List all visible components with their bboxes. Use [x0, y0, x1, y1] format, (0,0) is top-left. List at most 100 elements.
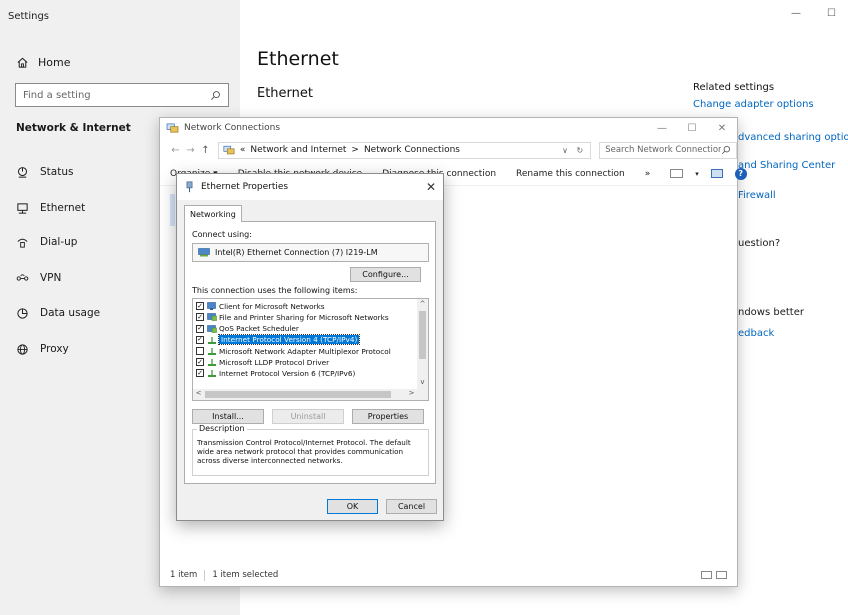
breadcrumb-separator: > [351, 145, 359, 155]
nc-close-icon[interactable]: ✕ [707, 123, 737, 134]
view-dropdown-icon[interactable]: ▾ [695, 170, 699, 178]
nav-dialup-label: Dial-up [40, 236, 78, 248]
nav-status-label: Status [40, 166, 74, 178]
scroll-up-icon[interactable]: ^ [417, 300, 428, 308]
nc-address-bar: ← → ↑ « Network and Internet > Network C… [160, 138, 737, 162]
sharing-center-link[interactable]: and Sharing Center [738, 160, 835, 171]
scroll-down-icon[interactable]: v [417, 378, 428, 386]
item-checkbox[interactable]: ✓ [196, 335, 204, 344]
address-field[interactable]: « Network and Internet > Network Connect… [217, 141, 592, 159]
ethernet-cable-icon [186, 181, 193, 193]
app-title: Settings [8, 11, 50, 22]
ok-button[interactable]: OK [327, 499, 378, 514]
uninstall-button[interactable]: Uninstall [272, 409, 344, 424]
refresh-icon[interactable]: ∨ ↻ [562, 146, 586, 155]
nav-dialup[interactable]: Dial-up [16, 234, 77, 250]
minimize-icon[interactable]: — [791, 8, 801, 19]
question-heading: uestion? [738, 238, 781, 249]
back-arrow-icon[interactable]: ← [168, 145, 183, 156]
nav-ethernet[interactable]: Ethernet [16, 200, 85, 216]
status-view-buttons [701, 571, 727, 579]
feedback-link[interactable]: edback [738, 328, 774, 339]
item-label: Client for Microsoft Networks [219, 301, 325, 311]
protocol-icon [208, 348, 216, 356]
nc-search-input[interactable] [605, 145, 721, 155]
nav-home[interactable]: Home [16, 53, 70, 71]
list-item[interactable]: ✓ Internet Protocol Version 6 (TCP/IPv6) [196, 368, 355, 379]
properties-button[interactable]: Properties [352, 409, 424, 424]
dialog-close-icon[interactable]: ✕ [419, 180, 443, 194]
data-usage-icon [17, 307, 28, 319]
nav-vpn[interactable]: VPN [16, 270, 61, 286]
list-item[interactable]: ✓ Client for Microsoft Networks [196, 301, 325, 312]
status-icon [17, 166, 28, 178]
help-icon[interactable]: ? [734, 167, 747, 180]
more-commands-button[interactable]: » [645, 169, 651, 179]
scroll-left-icon[interactable]: < [193, 389, 204, 397]
change-adapter-options-link[interactable]: Change adapter options [693, 99, 848, 110]
dialup-icon [17, 238, 28, 248]
forward-arrow-icon[interactable]: → [183, 145, 198, 156]
nc-titlebar: Network Connections — ☐ ✕ [160, 118, 737, 138]
large-icons-view-icon[interactable] [716, 571, 727, 579]
view-controls: ▾ ? [670, 167, 747, 180]
item-checkbox[interactable] [196, 347, 204, 356]
breadcrumb-network-internet[interactable]: Network and Internet [250, 145, 346, 155]
proxy-icon [17, 343, 28, 355]
adapter-field: Intel(R) Ethernet Connection (7) I219-LM [192, 243, 429, 262]
settings-search-box[interactable] [15, 83, 229, 107]
home-icon [17, 57, 28, 68]
item-checkbox[interactable]: ✓ [196, 358, 204, 367]
nav-data-usage[interactable]: Data usage [16, 305, 100, 321]
nc-minimize-icon[interactable]: — [647, 123, 677, 134]
ethernet-connection-item[interactable] [170, 194, 175, 226]
vertical-scroll-thumb[interactable] [419, 311, 426, 359]
vertical-scrollbar[interactable]: ^ v [417, 299, 428, 390]
list-item[interactable]: Microsoft Network Adapter Multiplexor Pr… [196, 346, 391, 357]
description-title: Description [197, 424, 247, 433]
advanced-sharing-options-link[interactable]: dvanced sharing options [738, 132, 848, 143]
list-item[interactable]: ✓ QoS Packet Scheduler [196, 323, 299, 334]
nc-window-controls: — ☐ ✕ [647, 123, 737, 134]
item-label: Internet Protocol Version 4 (TCP/IPv4) [217, 334, 361, 346]
rename-button[interactable]: Rename this connection [516, 169, 625, 179]
item-checkbox[interactable]: ✓ [196, 313, 204, 322]
nav-proxy[interactable]: Proxy [16, 341, 69, 357]
maximize-icon[interactable]: ☐ [827, 8, 836, 19]
settings-search-input[interactable] [23, 89, 210, 101]
list-item[interactable]: ✓ Microsoft LLDP Protocol Driver [196, 357, 329, 368]
scroll-right-icon[interactable]: > [406, 389, 417, 397]
related-settings: Related settings Change adapter options [693, 82, 848, 110]
nc-search-box[interactable] [599, 141, 737, 159]
selected-count: 1 item selected [212, 570, 279, 580]
nav-vpn-label: VPN [40, 272, 62, 284]
item-checkbox[interactable]: ✓ [196, 324, 204, 333]
network-client-icon [207, 302, 216, 311]
cancel-button[interactable]: Cancel [386, 499, 437, 514]
page-title: Ethernet [257, 48, 339, 70]
nav-proxy-label: Proxy [40, 343, 69, 355]
breadcrumb-network-connections[interactable]: Network Connections [364, 145, 460, 155]
preview-pane-icon[interactable] [710, 169, 723, 178]
horizontal-scrollbar[interactable]: < > [193, 389, 428, 400]
details-view-icon[interactable] [701, 571, 712, 579]
item-label: Microsoft Network Adapter Multiplexor Pr… [219, 346, 391, 356]
horizontal-scroll-thumb[interactable] [205, 391, 391, 398]
configure-button[interactable]: Configure... [350, 267, 421, 282]
nc-maximize-icon[interactable]: ☐ [677, 123, 707, 134]
connect-using-label: Connect using: [192, 230, 252, 239]
dialog-title: Ethernet Properties [201, 182, 289, 192]
list-item[interactable]: ✓ File and Printer Sharing for Microsoft … [196, 312, 389, 323]
tab-networking[interactable]: Networking [184, 205, 242, 222]
item-checkbox[interactable]: ✓ [196, 302, 204, 311]
settings-window-controls: — ☐ [791, 8, 836, 19]
up-arrow-icon[interactable]: ↑ [198, 145, 213, 156]
change-view-icon[interactable] [670, 169, 684, 178]
list-item[interactable]: ✓ Internet Protocol Version 4 (TCP/IPv4) [196, 334, 361, 346]
nav-status[interactable]: Status [16, 164, 73, 180]
components-list[interactable]: ✓ Client for Microsoft Networks ✓ File and … [192, 298, 429, 401]
item-checkbox[interactable]: ✓ [196, 369, 204, 378]
search-icon [211, 90, 220, 100]
install-button[interactable]: Install... [192, 409, 264, 424]
firewall-link[interactable]: Firewall [738, 190, 776, 201]
